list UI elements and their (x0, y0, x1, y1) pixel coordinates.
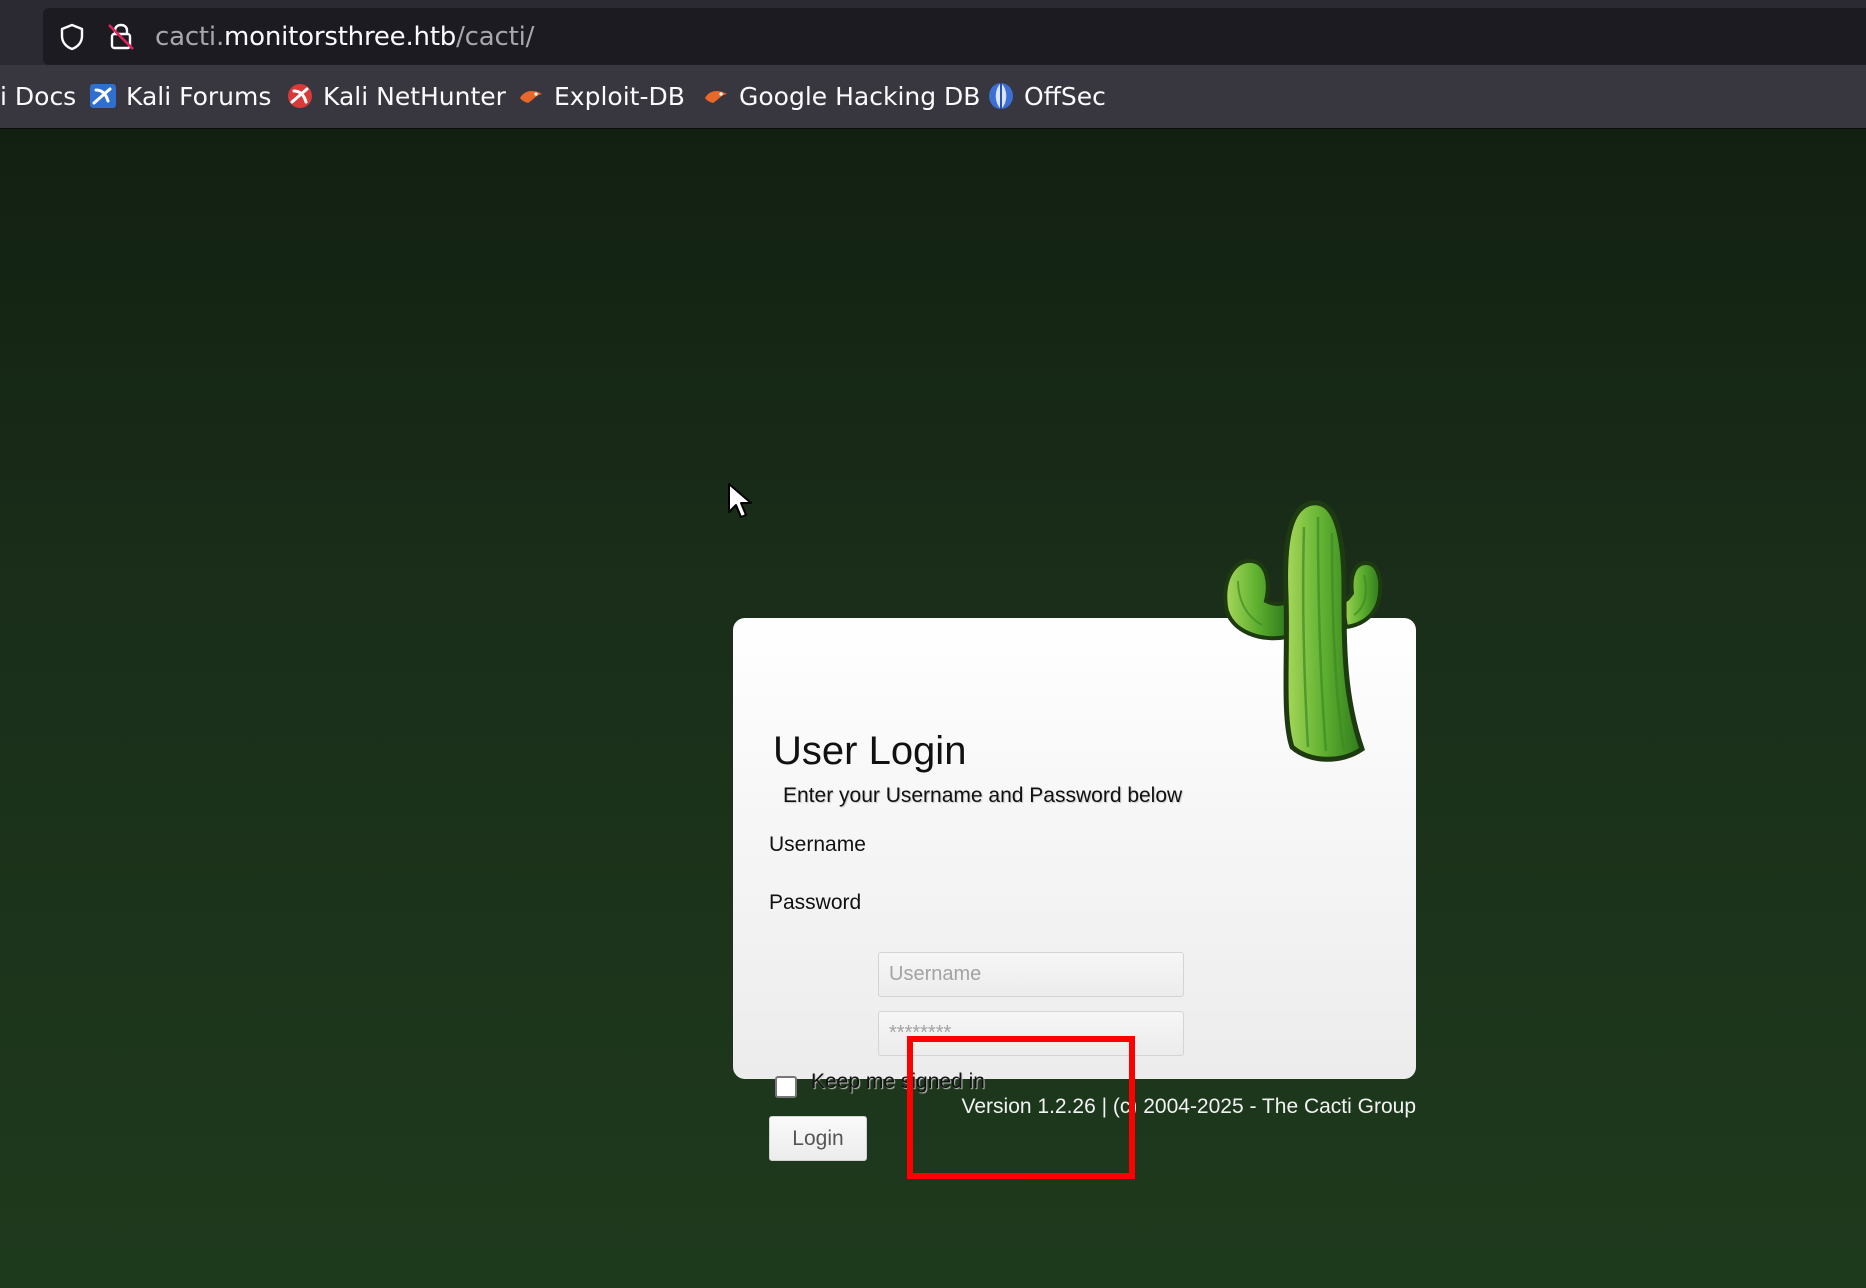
bookmark-exploit-db[interactable]: Exploit-DB (516, 79, 685, 113)
url-domain: monitorsthree.htb (224, 22, 457, 52)
bookmark-label: Kali Forums (126, 81, 272, 111)
offsec-icon (989, 83, 1013, 109)
url-text[interactable]: cacti.monitorsthree.htb/cacti/ (155, 21, 534, 53)
keep-signed-in-checkbox[interactable] (775, 1076, 797, 1098)
cacti-logo-icon (1223, 500, 1383, 762)
login-subtitle: Enter your Username and Password below (783, 784, 1183, 807)
url-path: /cacti/ (456, 22, 535, 52)
bookmark-label: Exploit-DB (554, 81, 685, 111)
tracking-protection-shield-icon[interactable] (57, 22, 87, 52)
ghdb-icon (705, 90, 727, 103)
exploit-db-icon (520, 90, 542, 103)
username-label: Username (769, 833, 866, 856)
insecure-connection-lock-icon[interactable] (105, 21, 137, 53)
login-title: User Login (773, 729, 967, 773)
cacti-login-page: User Login Enter your Username and Passw… (0, 129, 1866, 1288)
browser-top-strip (0, 0, 1866, 8)
login-button[interactable]: Login (769, 1116, 867, 1161)
bookmark-kali-nethunter[interactable]: Kali NetHunter (285, 79, 506, 113)
bookmark-kali-docs[interactable]: i Docs (0, 79, 76, 113)
username-input[interactable] (878, 952, 1184, 997)
bookmark-label: Kali NetHunter (323, 81, 506, 111)
address-bar[interactable]: cacti.monitorsthree.htb/cacti/ (43, 8, 1866, 65)
mouse-pointer-icon (728, 483, 752, 518)
url-subdomain: cacti. (155, 22, 225, 52)
bookmark-label: OffSec (1024, 81, 1106, 111)
kali-nethunter-icon (288, 84, 312, 108)
bookmark-google-hacking-db[interactable]: Google Hacking DB (701, 79, 980, 113)
browser-toolbar: cacti.monitorsthree.htb/cacti/ (0, 8, 1866, 65)
bookmark-label: i Docs (0, 81, 77, 111)
kali-forums-icon (90, 84, 116, 108)
password-label: Password (769, 891, 862, 914)
bookmark-label: Google Hacking DB (739, 81, 981, 111)
bookmark-kali-forums[interactable]: Kali Forums (88, 79, 271, 113)
bookmarks-toolbar: i Docs Kali Forums Kali NetHunter Exploi… (0, 65, 1866, 129)
red-highlight-annotation (907, 1036, 1135, 1179)
bookmark-offsec[interactable]: OffSec (986, 79, 1106, 113)
